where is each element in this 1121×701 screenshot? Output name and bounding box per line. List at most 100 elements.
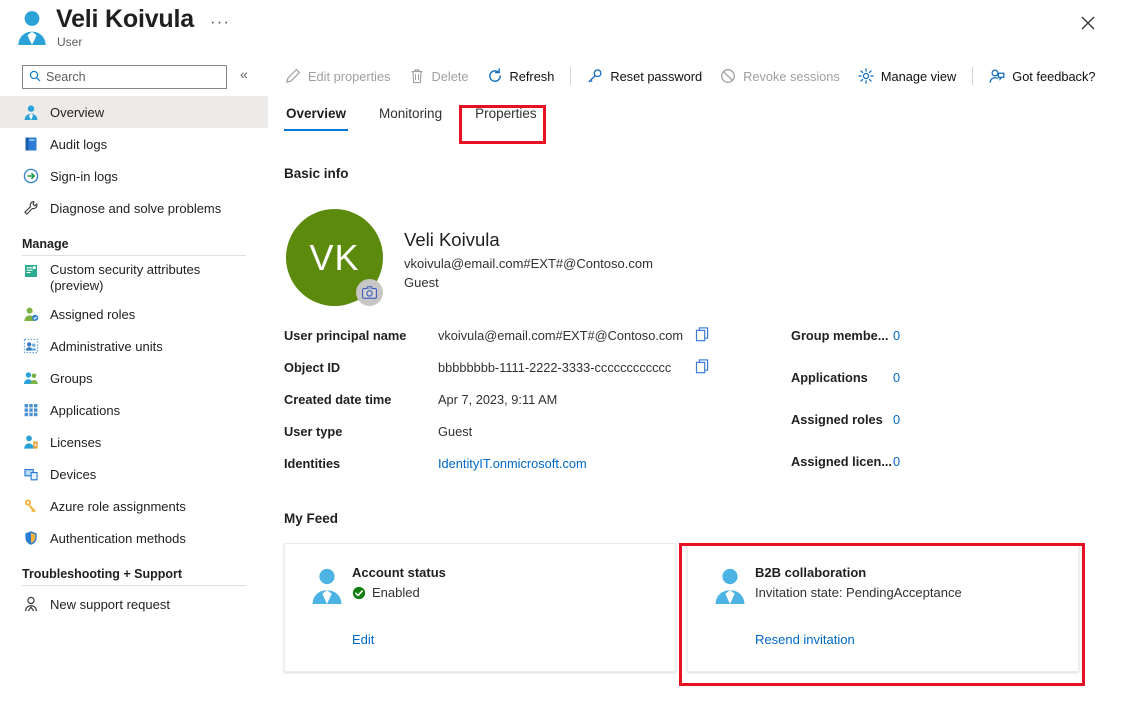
key-icon [587, 68, 603, 84]
sidebar-item-new-support-request[interactable]: New support request [0, 588, 268, 620]
property-label: Object ID [284, 360, 438, 375]
stat-label: Assigned roles [791, 412, 893, 427]
command-label: Edit properties [308, 69, 391, 84]
sidebar-item-sign-in-logs[interactable]: Sign-in logs [0, 160, 268, 192]
search-box[interactable] [22, 65, 227, 89]
admin-units-icon [22, 337, 40, 355]
trash-icon [409, 68, 425, 84]
card-subtitle: Invitation state: PendingAcceptance [755, 585, 962, 600]
stat-value-applications[interactable]: 0 [893, 370, 900, 385]
groups-icon [22, 369, 40, 387]
command-bar: Edit properties Delete Refresh Reset passwo… [268, 56, 1121, 96]
refresh-button[interactable]: Refresh [478, 60, 564, 92]
card-subtitle-text: Invitation state: PendingAcceptance [755, 585, 962, 600]
command-label: Revoke sessions [743, 69, 840, 84]
sidebar-item-administrative-units[interactable]: Administrative units [0, 330, 268, 362]
basic-info-heading: Basic info [284, 166, 349, 181]
my-feed-heading: My Feed [284, 511, 338, 526]
header-more-menu[interactable]: ··· [210, 12, 230, 32]
stat-value-group-membe[interactable]: 0 [893, 328, 900, 343]
check-circle-icon [352, 586, 366, 600]
avatar: VK [286, 209, 386, 309]
property-row: User principal namevkoivula@email.com#EX… [284, 328, 704, 360]
sidebar-item-label: Diagnose and solve problems [50, 201, 221, 216]
card-title: B2B collaboration [755, 565, 866, 580]
sidebar-item-audit-logs[interactable]: Audit logs [0, 128, 268, 160]
support-person-icon [22, 595, 40, 613]
tab-overview[interactable]: Overview [284, 102, 348, 131]
property-label: User type [284, 424, 438, 439]
stat-row: Assigned roles0 [791, 412, 991, 454]
sidebar-item-overview[interactable]: Overview [0, 96, 268, 128]
tab-properties[interactable]: Properties [473, 102, 539, 131]
page-header: Veli Koivula ··· User [0, 0, 1121, 56]
search-input[interactable] [46, 70, 211, 84]
wrench-icon [22, 199, 40, 217]
card-action-link[interactable]: Edit [352, 632, 374, 647]
profile-upn: vkoivula@email.com#EXT#@Contoso.com [404, 256, 653, 271]
sidebar-item-diagnose-and-solve-problems[interactable]: Diagnose and solve problems [0, 192, 268, 224]
sidebar-item-devices[interactable]: Devices [0, 458, 268, 490]
block-icon [720, 68, 736, 84]
stats-list: Group membe...0Applications0Assigned rol… [791, 328, 991, 496]
copy-icon[interactable] [695, 327, 710, 346]
user-icon [308, 566, 346, 604]
delete-button: Delete [400, 60, 478, 92]
stat-value-assigned-licen[interactable]: 0 [893, 454, 900, 469]
stat-row: Assigned licen...0 [791, 454, 991, 496]
sidebar-item-custom-security-attributes-preview[interactable]: Custom security attributes (preview) [0, 258, 268, 298]
sidebar-item-label: New support request [50, 597, 170, 612]
camera-icon[interactable] [356, 279, 383, 306]
sidebar-item-label: Sign-in logs [50, 169, 118, 184]
property-label: Identities [284, 456, 438, 471]
stat-label: Applications [791, 370, 893, 385]
close-icon[interactable] [1071, 6, 1105, 40]
key-icon [22, 497, 40, 515]
user-icon [14, 8, 50, 46]
sidebar-item-label: Authentication methods [50, 531, 186, 546]
property-row: Object IDbbbbbbbb-1111-2222-3333-ccccccc… [284, 360, 704, 392]
properties-list: User principal namevkoivula@email.com#EX… [284, 328, 704, 488]
got-feedback-button[interactable]: Got feedback? [980, 60, 1104, 92]
property-label: User principal name [284, 328, 438, 343]
chevron-double-left-icon[interactable]: « [240, 66, 248, 82]
gear-icon [858, 68, 874, 84]
sidebar-item-label: Administrative units [50, 339, 163, 354]
tab-bar: Overview Monitoring Properties [284, 102, 568, 140]
applications-icon [22, 401, 40, 419]
sidebar-item-applications[interactable]: Applications [0, 394, 268, 426]
sidebar-item-label: Applications [50, 403, 120, 418]
stat-label: Assigned licen... [791, 454, 893, 469]
sidebar-item-assigned-roles[interactable]: Assigned roles [0, 298, 268, 330]
stat-row: Applications0 [791, 370, 991, 412]
command-label: Manage view [881, 69, 956, 84]
refresh-icon [487, 68, 503, 84]
stat-value-assigned-roles[interactable]: 0 [893, 412, 900, 427]
sidebar-item-label: Licenses [50, 435, 101, 450]
command-label: Reset password [610, 69, 702, 84]
divider [570, 67, 571, 85]
copy-icon[interactable] [695, 359, 710, 378]
manage-view-button[interactable]: Manage view [849, 60, 965, 92]
tab-monitoring[interactable]: Monitoring [377, 102, 444, 131]
property-value-identities[interactable]: IdentityIT.onmicrosoft.com [438, 456, 587, 471]
sidebar-group: Manage [0, 237, 268, 256]
attributes-icon [22, 262, 40, 280]
card-action-link[interactable]: Resend invitation [755, 632, 855, 647]
search-icon [29, 70, 41, 85]
card-subtitle: Enabled [352, 585, 420, 600]
sidebar-item-authentication-methods[interactable]: Authentication methods [0, 522, 268, 554]
sidebar-item-licenses[interactable]: Licenses [0, 426, 268, 458]
sidebar-item-azure-role-assignments[interactable]: Azure role assignments [0, 490, 268, 522]
page-title: Veli Koivula [56, 5, 194, 34]
command-label: Delete [432, 69, 469, 84]
reset-password-button[interactable]: Reset password [578, 60, 711, 92]
sidebar-group-title: Manage [22, 237, 246, 255]
sidebar-nav: OverviewAudit logs Sign-in logs Diagnose a… [0, 96, 268, 620]
stat-label: Group membe... [791, 328, 893, 343]
sidebar-item-groups[interactable]: Groups [0, 362, 268, 394]
shield-icon [22, 529, 40, 547]
sign-in-icon [22, 167, 40, 185]
page-subtitle: User [57, 35, 82, 49]
property-value-user-type: Guest [438, 424, 472, 439]
